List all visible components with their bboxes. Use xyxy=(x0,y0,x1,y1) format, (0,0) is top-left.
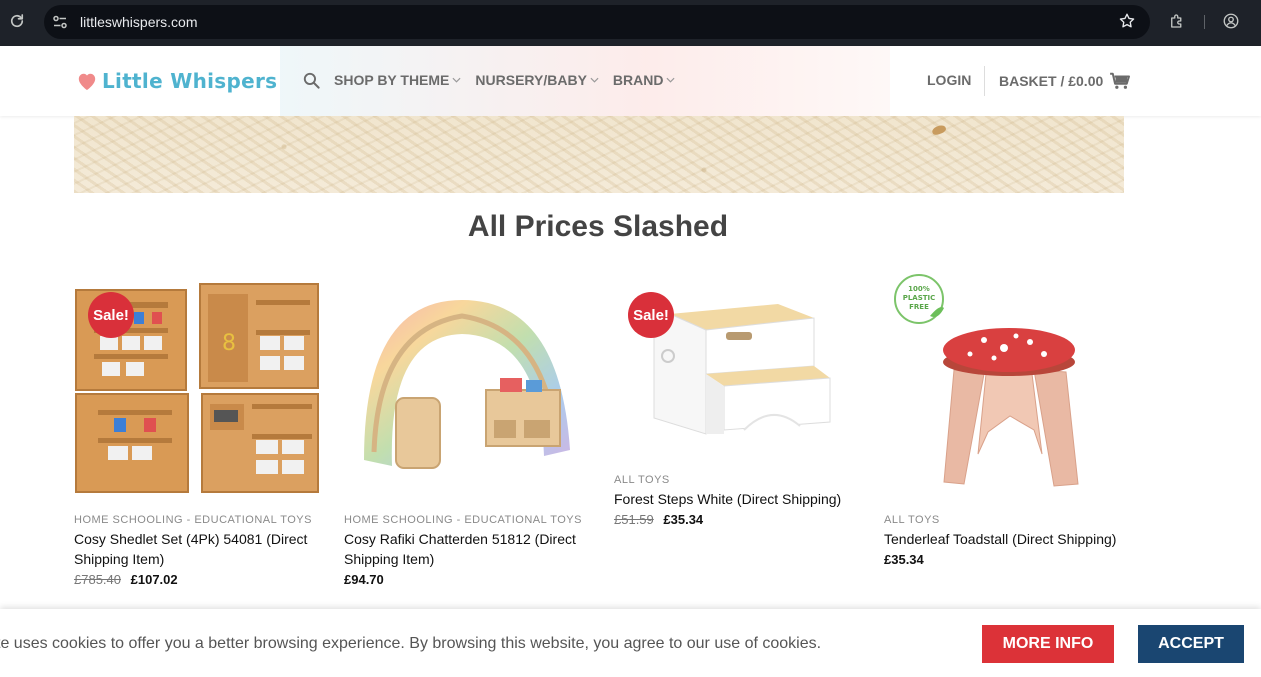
product-name[interactable]: Cosy Shedlet Set (4Pk) 54081 (Direct Shi… xyxy=(74,529,324,569)
product-image[interactable] xyxy=(344,270,594,500)
svg-text:FREE: FREE xyxy=(909,303,929,311)
shedlet-bottom-left xyxy=(75,393,189,493)
product-card[interactable]: HOME SCHOOLING - EDUCATIONAL TOYS Cosy R… xyxy=(344,270,594,587)
login-link[interactable]: LOGIN xyxy=(927,72,971,88)
sand-banner-image xyxy=(74,116,1124,193)
sale-badge: Sale! xyxy=(628,292,674,338)
chevron-down-icon xyxy=(452,77,461,83)
product-name[interactable]: Cosy Rafiki Chatterden 51812 (Direct Shi… xyxy=(344,529,594,569)
product-category[interactable]: ALL TOYS xyxy=(614,474,864,486)
nav-label: NURSERY/BABY xyxy=(475,72,587,88)
product-price: £94.70 xyxy=(344,572,594,587)
sale-price: £107.02 xyxy=(130,572,178,587)
product-image[interactable]: Sale! xyxy=(614,270,864,460)
product-price: £35.34 xyxy=(884,552,1134,567)
old-price: £51.59 xyxy=(614,512,654,527)
product-name[interactable]: Forest Steps White (Direct Shipping) xyxy=(614,489,864,509)
product-category[interactable]: HOME SCHOOLING - EDUCATIONAL TOYS xyxy=(74,514,324,526)
browser-toolbar: littleswhispers.com xyxy=(0,0,1261,46)
search-icon[interactable] xyxy=(302,71,321,90)
header-divider xyxy=(984,66,985,96)
chevron-down-icon xyxy=(666,77,675,83)
shedlet-bottom-right xyxy=(201,393,319,493)
section-title: All Prices Slashed xyxy=(467,210,729,243)
handle xyxy=(726,332,752,340)
product-category[interactable]: HOME SCHOOLING - EDUCATIONAL TOYS xyxy=(344,514,594,526)
site-logo[interactable]: Little Whispers xyxy=(76,66,277,96)
cookie-message: te uses cookies to offer you a better br… xyxy=(0,635,822,652)
svg-text:PLASTIC: PLASTIC xyxy=(903,294,936,302)
chevron-down-icon xyxy=(590,77,599,83)
basket-label: BASKET / £0.00 xyxy=(999,73,1104,89)
plastic-free-leaf-icon: 100% PLASTIC FREE xyxy=(894,274,944,324)
nav-shop-by-theme[interactable]: SHOP BY THEME xyxy=(334,72,461,88)
logo-text: Little Whispers xyxy=(102,69,278,93)
product-price: £51.59 £35.34 xyxy=(614,512,864,527)
product-image[interactable]: 8 Sale! xyxy=(74,270,324,500)
shedlet-top-right: 8 xyxy=(199,283,319,389)
product-price: £785.40 £107.02 xyxy=(74,572,324,587)
nav-nursery-baby[interactable]: NURSERY/BABY xyxy=(475,72,599,88)
profile-icon[interactable] xyxy=(1222,12,1240,30)
toolbar-divider xyxy=(1204,15,1205,29)
svg-text:100%: 100% xyxy=(908,285,930,293)
stool-leg-right xyxy=(1033,369,1079,487)
shell-decoration xyxy=(931,123,947,137)
cookie-consent-bar: te uses cookies to offer you a better br… xyxy=(0,609,1261,677)
nav-label: SHOP BY THEME xyxy=(334,72,450,88)
stool-leg-left xyxy=(943,369,985,485)
sale-badge: Sale! xyxy=(88,292,134,338)
site-header: Little Whispers SHOP BY THEME NURSERY/BA… xyxy=(0,46,1261,116)
bookmark-star-icon[interactable] xyxy=(1118,12,1136,30)
heart-icon xyxy=(78,73,96,91)
product-card[interactable]: 100% PLASTIC FREE ALL TOYS Tenderleaf To… xyxy=(884,270,1134,567)
cap-top xyxy=(943,328,1075,372)
product-category[interactable]: ALL TOYS xyxy=(884,514,1134,526)
product-image[interactable]: 100% PLASTIC FREE xyxy=(884,270,1134,500)
basket-link[interactable]: BASKET / £0.00 xyxy=(999,72,1131,90)
price: £94.70 xyxy=(344,572,384,587)
wooden-seat xyxy=(395,397,441,469)
site-info-icon[interactable] xyxy=(52,14,68,30)
address-bar[interactable]: littleswhispers.com xyxy=(44,5,1150,39)
more-info-button[interactable]: MORE INFO xyxy=(982,625,1114,663)
main-nav: SHOP BY THEME NURSERY/BABY BRAND xyxy=(334,72,675,88)
plastic-free-badge: 100% PLASTIC FREE xyxy=(892,272,946,326)
cart-icon xyxy=(1110,72,1131,89)
product-name[interactable]: Tenderleaf Toadstall (Direct Shipping) xyxy=(884,529,1134,549)
accept-button[interactable]: ACCEPT xyxy=(1138,625,1244,663)
nav-brand[interactable]: BRAND xyxy=(613,72,676,88)
chatterden-image xyxy=(364,300,570,469)
old-price: £785.40 xyxy=(74,572,121,587)
svg-text:8: 8 xyxy=(222,331,236,356)
reload-icon[interactable] xyxy=(8,12,26,30)
price: £35.34 xyxy=(884,552,924,567)
url-text[interactable]: littleswhispers.com xyxy=(80,14,197,30)
extensions-icon[interactable] xyxy=(1168,12,1186,30)
sale-price: £35.34 xyxy=(663,512,704,527)
nav-label: BRAND xyxy=(612,72,664,88)
product-card[interactable]: 8 Sale! HOME SCHOOLING - EDUCATIONAL TOY… xyxy=(74,270,324,587)
product-card[interactable]: Sale! ALL TOYS Forest Steps White (Direc… xyxy=(614,270,864,527)
